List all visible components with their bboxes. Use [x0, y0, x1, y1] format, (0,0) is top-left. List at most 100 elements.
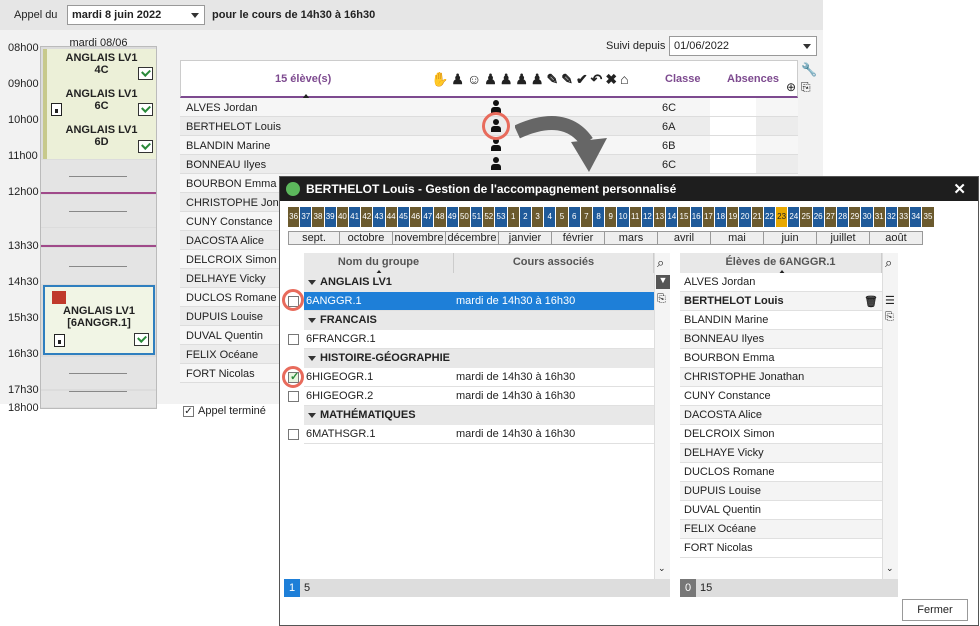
week-cell[interactable]: 28 — [837, 207, 850, 227]
person-icon[interactable] — [490, 138, 502, 152]
course-block-6d[interactable]: ANGLAIS LV1 6D — [43, 121, 156, 159]
week-cell[interactable]: 36 — [288, 207, 301, 227]
group-checkbox[interactable] — [288, 391, 299, 402]
groups-scrollbar[interactable]: ⌕ ▼ ⎘ ⌄ — [654, 253, 670, 579]
student-count-header[interactable]: 15 élève(s) — [275, 73, 331, 85]
week-cell[interactable]: 12 — [641, 207, 654, 227]
week-cell[interactable]: 48 — [434, 207, 447, 227]
group-student-row[interactable]: ALVES Jordan — [680, 273, 882, 292]
week-cell[interactable]: 35 — [922, 207, 935, 227]
absence-cell[interactable] — [710, 136, 756, 154]
group-category[interactable]: MATHÉMATIQUES — [304, 406, 654, 425]
absences-header[interactable]: Absences — [727, 73, 779, 85]
week-cell[interactable]: 27 — [824, 207, 837, 227]
scroll-down-icon[interactable]: ⌄ — [886, 563, 894, 574]
group-student-row[interactable]: CHRISTOPHE Jonathan — [680, 368, 882, 387]
week-cell[interactable]: 39 — [324, 207, 337, 227]
associated-courses-header[interactable]: Cours associés — [454, 253, 654, 273]
group-row[interactable]: 6HIGEOGR.2 mardi de 14h30 à 16h30 — [304, 387, 654, 406]
group-student-row[interactable]: DUPUIS Louise — [680, 482, 882, 501]
group-checkbox[interactable] — [288, 429, 299, 440]
week-cell[interactable]: 8 — [593, 207, 606, 227]
group-student-row[interactable]: DUVAL Quentin — [680, 501, 882, 520]
group-student-row[interactable]: BERTHELOT Louis 🗑 — [680, 292, 882, 311]
globe-icon[interactable]: ⊕ — [786, 80, 796, 94]
week-cell[interactable]: 31 — [873, 207, 886, 227]
group-student-row[interactable]: DACOSTA Alice — [680, 406, 882, 425]
month-cell[interactable]: janvier — [498, 231, 552, 245]
group-row[interactable]: 6ANGGR.1 mardi de 14h30 à 16h30 — [304, 292, 654, 311]
week-cell[interactable]: 50 — [458, 207, 471, 227]
week-cell[interactable]: 20 — [739, 207, 752, 227]
copy-icon[interactable]: ⎘ — [657, 293, 666, 306]
month-cell[interactable]: février — [551, 231, 605, 245]
week-cell[interactable]: 3 — [532, 207, 545, 227]
week-cell[interactable]: 34 — [910, 207, 923, 227]
wrench-icon[interactable]: 🔧 — [801, 62, 817, 78]
week-cell[interactable]: 21 — [751, 207, 764, 227]
date-select[interactable]: mardi 8 juin 2022 — [67, 5, 205, 25]
person-icon[interactable] — [490, 157, 502, 171]
group-student-row[interactable]: FELIX Océane — [680, 520, 882, 539]
month-cell[interactable]: juin — [763, 231, 817, 245]
course-block-6anggr1[interactable]: ANGLAIS LV1 [6ANGGR.1] — [43, 285, 155, 355]
week-cell[interactable]: 14 — [666, 207, 679, 227]
month-cell[interactable]: mai — [710, 231, 764, 245]
week-cell[interactable]: 6 — [568, 207, 581, 227]
week-cell[interactable]: 47 — [422, 207, 435, 227]
week-cell[interactable]: 16 — [690, 207, 703, 227]
week-cell[interactable]: 1 — [507, 207, 520, 227]
week-cell[interactable]: 45 — [397, 207, 410, 227]
week-cell[interactable]: 52 — [483, 207, 496, 227]
group-student-row[interactable]: FORT Nicolas — [680, 539, 882, 558]
month-cell[interactable]: octobre — [339, 231, 393, 245]
week-cell[interactable]: 11 — [629, 207, 642, 227]
month-cell[interactable]: mars — [604, 231, 658, 245]
course-block-6c[interactable]: ANGLAIS LV1 6C — [43, 85, 156, 121]
week-cell[interactable]: 44 — [385, 207, 398, 227]
week-cell[interactable]: 41 — [349, 207, 362, 227]
month-cell[interactable]: décembre — [445, 231, 499, 245]
absence-cell[interactable] — [710, 117, 756, 135]
week-cell[interactable]: 26 — [812, 207, 825, 227]
week-cell[interactable]: 49 — [446, 207, 459, 227]
student-row[interactable]: BONNEAU Ilyes 6C — [180, 155, 798, 174]
group-student-row[interactable]: CUNY Constance — [680, 387, 882, 406]
week-cell[interactable]: 42 — [361, 207, 374, 227]
class-header[interactable]: Classe — [665, 73, 700, 85]
group-student-row[interactable]: BOURBON Emma — [680, 349, 882, 368]
week-cell[interactable]: 43 — [373, 207, 386, 227]
week-cell[interactable]: 51 — [471, 207, 484, 227]
week-cell[interactable]: 37 — [300, 207, 313, 227]
group-row[interactable]: 6FRANCGR.1 — [304, 330, 654, 349]
group-student-row[interactable]: DUCLOS Romane — [680, 463, 882, 482]
month-cell[interactable]: sept. — [288, 231, 340, 245]
close-icon[interactable]: ✕ — [953, 180, 966, 198]
group-student-row[interactable]: BONNEAU Ilyes — [680, 330, 882, 349]
group-category[interactable]: HISTOIRE-GÉOGRAPHIE — [304, 349, 654, 368]
week-cell[interactable]: 2 — [519, 207, 532, 227]
follow-date-select[interactable]: 01/06/2022 — [669, 36, 817, 56]
week-cell[interactable]: 29 — [849, 207, 862, 227]
week-cell[interactable]: 18 — [715, 207, 728, 227]
week-cell[interactable]: 9 — [605, 207, 618, 227]
week-cell[interactable]: 10 — [617, 207, 630, 227]
search-icon[interactable]: ⌕ — [885, 255, 892, 271]
column-icons[interactable]: ✋♟☺♟♟♟♟✎✎✔↶✖⌂ — [431, 71, 632, 88]
group-row[interactable]: 6MATHSGR.1 mardi de 14h30 à 16h30 — [304, 425, 654, 444]
week-cell[interactable]: 46 — [410, 207, 423, 227]
trash-icon[interactable]: 🗑 — [864, 295, 878, 308]
week-cell[interactable]: 32 — [885, 207, 898, 227]
student-row[interactable]: BLANDIN Marine 6B — [180, 136, 798, 155]
week-cell[interactable]: 7 — [580, 207, 593, 227]
absence-cell[interactable] — [710, 155, 756, 173]
students-scrollbar[interactable]: ⌕ ☰ ⎘ ⌄ — [882, 253, 898, 579]
course-block-4c[interactable]: ANGLAIS LV1 4C — [43, 49, 156, 85]
week-cell[interactable]: 17 — [702, 207, 715, 227]
week-cell[interactable]: 15 — [678, 207, 691, 227]
week-cell[interactable]: 22 — [763, 207, 776, 227]
group-row[interactable]: 6HIGEOGR.1 mardi de 14h30 à 16h30 — [304, 368, 654, 387]
month-cell[interactable]: avril — [657, 231, 711, 245]
group-category[interactable]: FRANCAIS — [304, 311, 654, 330]
week-cell[interactable]: 5 — [556, 207, 569, 227]
